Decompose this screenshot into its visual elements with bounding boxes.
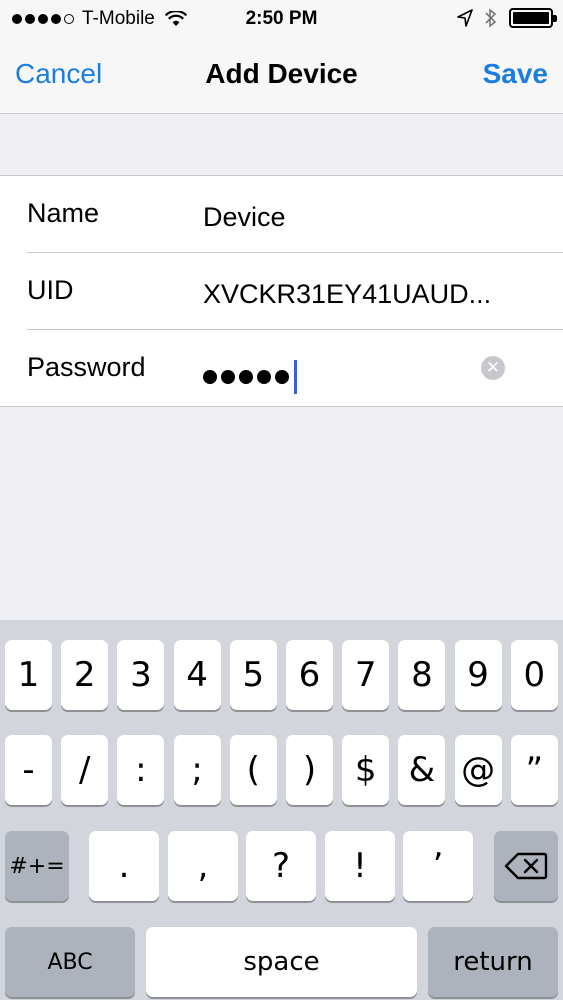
key-4[interactable]: 4 xyxy=(173,640,221,710)
key-3[interactable]: 3 xyxy=(117,640,165,710)
password-label: Password xyxy=(27,352,146,382)
uid-label: UID xyxy=(27,275,74,305)
bluetooth-icon xyxy=(485,8,497,28)
password-row[interactable]: Password ✕ xyxy=(0,330,563,407)
key-1[interactable]: 1 xyxy=(5,640,52,710)
password-dot xyxy=(239,370,253,384)
space-key[interactable]: space xyxy=(146,927,417,997)
page-title: Add Device xyxy=(205,58,358,89)
password-dot xyxy=(203,370,217,384)
password-field[interactable] xyxy=(203,360,297,394)
key-symbol[interactable]: & xyxy=(398,735,446,805)
key-punctuation[interactable]: ! xyxy=(325,831,395,901)
key-symbol[interactable]: : xyxy=(117,735,165,805)
key-punctuation[interactable]: , xyxy=(168,831,238,901)
backspace-icon xyxy=(504,852,548,880)
password-dot xyxy=(257,370,271,384)
key-6[interactable]: 6 xyxy=(286,640,333,710)
status-bar: T-Mobile 2:50 PM xyxy=(0,0,563,36)
key-symbol[interactable]: ( xyxy=(229,735,277,805)
location-arrow-icon xyxy=(457,9,473,27)
key-symbol[interactable]: $ xyxy=(342,735,390,805)
password-dot xyxy=(221,370,235,384)
keyboard: 1 2 3 4 5 6 7 8 9 0 - /:;() $ & @” #+=.,?!’ ABC space retu… xyxy=(0,620,563,1000)
status-right xyxy=(457,8,557,28)
return-key[interactable]: return xyxy=(428,927,558,997)
key-symbol[interactable]: @ xyxy=(454,735,502,805)
key-2[interactable]: 2 xyxy=(61,640,109,710)
key-9[interactable]: 9 xyxy=(454,640,502,710)
key-punctuation[interactable]: ? xyxy=(246,831,316,901)
clear-circle-icon[interactable]: ✕ xyxy=(481,356,505,380)
key-7[interactable]: 7 xyxy=(342,640,390,710)
key-symbol[interactable]: / xyxy=(61,735,109,805)
more-symbols-key[interactable]: #+= xyxy=(5,831,69,901)
battery-icon xyxy=(509,8,557,28)
text-caret xyxy=(294,360,297,394)
key-symbol[interactable]: - xyxy=(5,735,52,805)
key-symbol[interactable]: ” xyxy=(510,735,558,805)
key-punctuation[interactable]: . xyxy=(89,831,159,901)
key-8[interactable]: 8 xyxy=(398,640,446,710)
name-row[interactable]: Name Device xyxy=(0,176,563,253)
device-form: Name Device UID XVCKR31EY41UAUD... Passw… xyxy=(0,175,563,407)
backspace-key[interactable] xyxy=(494,831,558,901)
name-field[interactable]: Device xyxy=(203,202,286,233)
uid-row[interactable]: UID XVCKR31EY41UAUD... xyxy=(0,253,563,330)
abc-key[interactable]: ABC xyxy=(5,927,135,997)
key-5[interactable]: 5 xyxy=(229,640,277,710)
uid-field[interactable]: XVCKR31EY41UAUD... xyxy=(203,279,491,310)
key-symbol[interactable]: ) xyxy=(286,735,333,805)
name-label: Name xyxy=(27,198,100,228)
key-symbol[interactable]: ; xyxy=(173,735,221,805)
save-button[interactable]: Save xyxy=(483,58,548,90)
nav-bar: Cancel Add Device Save xyxy=(0,36,563,114)
key-punctuation[interactable]: ’ xyxy=(403,831,473,901)
key-0[interactable]: 0 xyxy=(510,640,558,710)
password-dot xyxy=(275,370,289,384)
